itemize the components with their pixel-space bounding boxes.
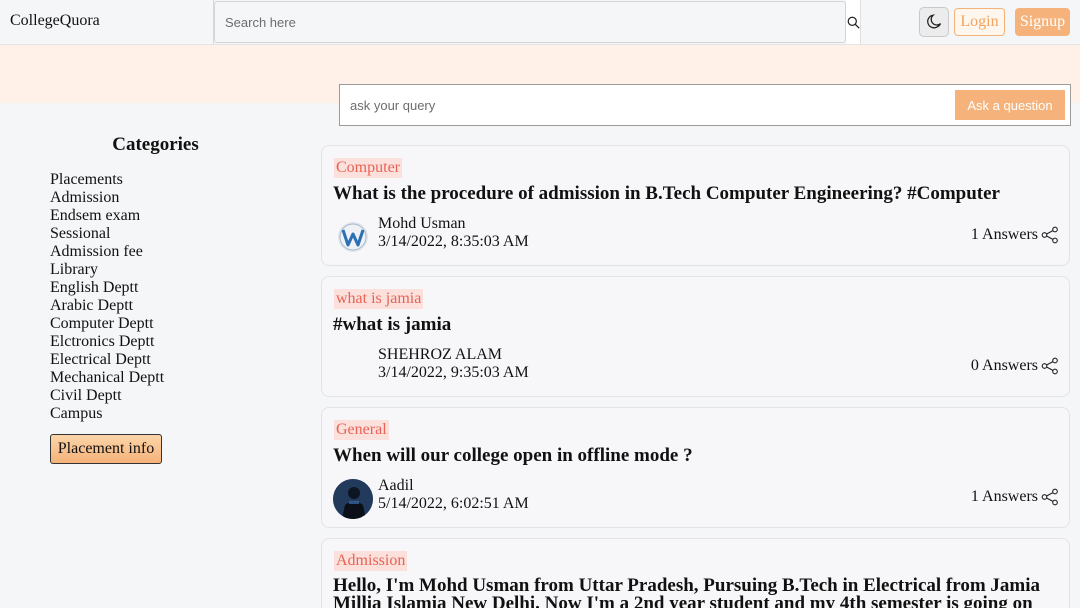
answer-count[interactable]: 1 Answers <box>971 226 1038 244</box>
category-item[interactable]: Campus <box>50 405 164 423</box>
question-title[interactable]: Hello, I'm Mohd Usman from Uttar Pradesh… <box>333 576 1053 608</box>
category-item[interactable]: Electrical Deptt <box>50 351 164 369</box>
user-photo-icon <box>333 479 373 519</box>
answer-count[interactable]: 1 Answers <box>971 488 1038 506</box>
question-title[interactable]: #what is jamia <box>333 315 1053 335</box>
search-input[interactable] <box>214 1 846 43</box>
question-tag[interactable]: what is jamia <box>334 289 424 309</box>
avatar <box>333 217 373 257</box>
category-item[interactable]: Endsem exam <box>50 207 164 225</box>
placement-info-button[interactable]: Placement info <box>50 434 162 464</box>
question-tag[interactable]: General <box>334 420 389 440</box>
post-date: 3/14/2022, 9:35:03 AM <box>378 364 529 381</box>
post-date: 5/14/2022, 6:02:51 AM <box>378 495 529 512</box>
category-item[interactable]: Sessional <box>50 225 164 243</box>
category-item[interactable]: Arabic Deptt <box>50 297 164 315</box>
category-item[interactable]: Admission <box>50 189 164 207</box>
question-card[interactable]: General When will our college open in of… <box>321 407 1070 528</box>
login-button[interactable]: Login <box>954 8 1005 36</box>
author-name[interactable]: Mohd Usman <box>378 215 466 233</box>
author-name[interactable]: Aadil <box>378 477 414 495</box>
category-item[interactable]: Placements <box>50 171 164 189</box>
question-card[interactable]: Computer What is the procedure of admiss… <box>321 145 1070 266</box>
category-item[interactable]: English Deptt <box>50 279 164 297</box>
category-item[interactable]: Elctronics Deptt <box>50 333 164 351</box>
search-icon <box>847 16 860 29</box>
question-tag[interactable]: Computer <box>334 158 402 178</box>
top-navbar: CollegeQuora Login Signup <box>0 0 1080 45</box>
category-item[interactable]: Mechanical Deptt <box>50 369 164 387</box>
signup-button[interactable]: Signup <box>1015 8 1070 36</box>
author-name[interactable]: SHEHROZ ALAM <box>378 346 502 364</box>
answer-count[interactable]: 0 Answers <box>971 357 1038 375</box>
theme-toggle-button[interactable] <box>919 7 949 37</box>
w-logo-icon <box>338 222 368 252</box>
brand-logo[interactable]: CollegeQuora <box>10 12 100 30</box>
moon-icon <box>927 14 942 29</box>
share-icon[interactable] <box>1041 488 1059 506</box>
category-item[interactable]: Civil Deptt <box>50 387 164 405</box>
question-tag[interactable]: Admission <box>334 551 408 571</box>
question-card[interactable]: what is jamia #what is jamia SHEHROZ ALA… <box>321 276 1070 397</box>
category-item[interactable]: Computer Deptt <box>50 315 164 333</box>
categories-heading: Categories <box>112 134 199 155</box>
share-icon[interactable] <box>1041 226 1059 244</box>
share-icon[interactable] <box>1041 357 1059 375</box>
category-item[interactable]: Admission fee <box>50 243 164 261</box>
question-title[interactable]: What is the procedure of admission in B.… <box>333 184 1053 204</box>
post-date: 3/14/2022, 8:35:03 AM <box>378 233 529 250</box>
avatar <box>333 479 373 519</box>
search-button[interactable] <box>846 0 861 44</box>
ask-question-button[interactable]: Ask a question <box>955 90 1065 120</box>
question-card[interactable]: Admission Hello, I'm Mohd Usman from Utt… <box>321 538 1070 608</box>
ask-question-bar: Ask a question <box>339 84 1071 126</box>
category-list: Placements Admission Endsem exam Session… <box>50 171 164 423</box>
question-title[interactable]: When will our college open in offline mo… <box>333 446 1053 466</box>
category-item[interactable]: Library <box>50 261 164 279</box>
ask-query-input[interactable] <box>340 85 952 125</box>
